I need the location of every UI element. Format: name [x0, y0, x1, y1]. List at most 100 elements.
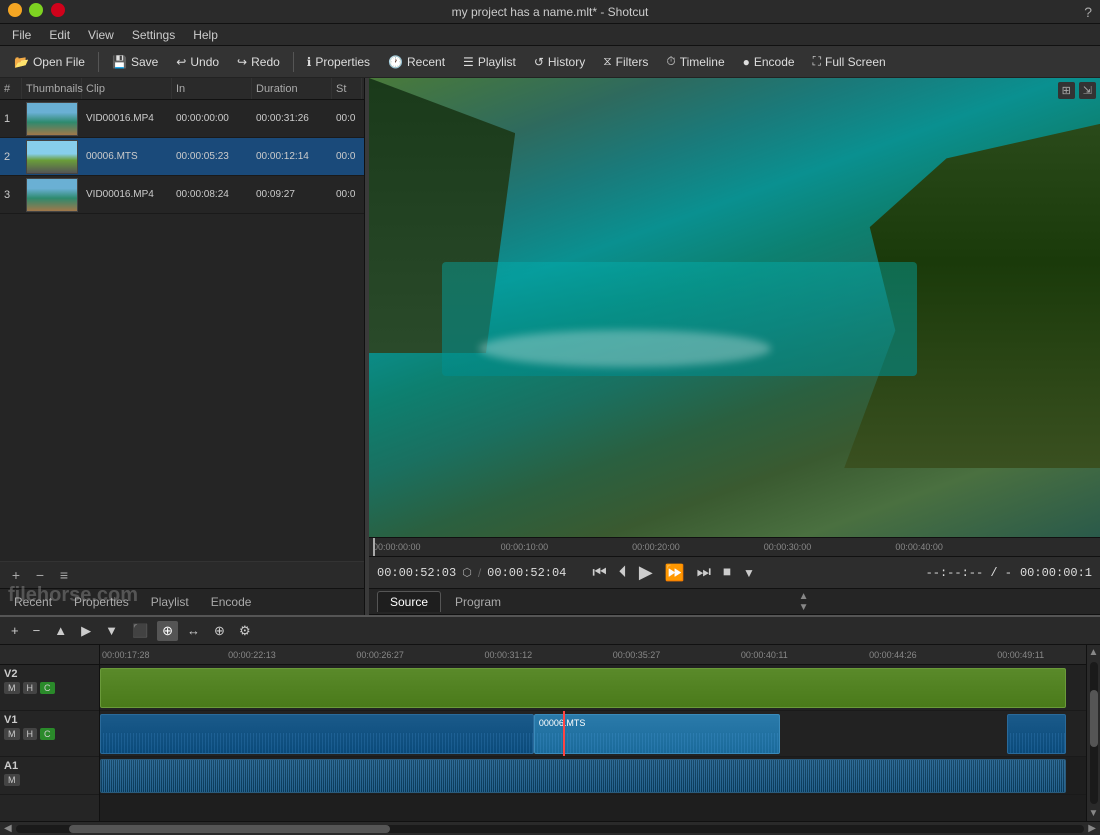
row2-clip: 00006.MTS [82, 138, 172, 175]
right-timecode: 00:00:00:1 [1020, 566, 1092, 580]
scroll-track[interactable] [1090, 662, 1098, 804]
scroll-left-arrow[interactable]: ◀ [4, 823, 12, 834]
scroll-thumb[interactable] [1090, 690, 1098, 747]
clip-v1-center[interactable]: 00006.MTS [534, 714, 781, 754]
undo-button[interactable]: ↩ Undo [168, 52, 227, 72]
scope-icon[interactable]: ⊞ [1058, 82, 1075, 99]
maximize-btn[interactable] [29, 3, 43, 17]
tl-right-button[interactable]: ▶ [76, 621, 96, 641]
tab-properties[interactable]: Properties [66, 592, 137, 612]
transport-buttons: ⏮ ⏴ ▶ ⏩ ⏭ ⏹ ▼ [588, 560, 759, 585]
row1-duration: 00:00:31:26 [252, 100, 332, 137]
tab-playlist[interactable]: Playlist [143, 592, 197, 612]
playlist-row-2[interactable]: 2 00006.MTS 00:00:05:23 00:00:12:14 00:0 [0, 138, 364, 176]
add-clip-button[interactable]: + [6, 565, 26, 585]
row3-duration: 00:09:27 [252, 176, 332, 213]
close-btn[interactable] [51, 3, 65, 17]
track-v1-name: V1 [4, 714, 95, 726]
recent-button[interactable]: 🕐 Recent [380, 52, 453, 72]
track-v2-color[interactable]: C [40, 682, 55, 694]
fast-forward-button[interactable]: ⏩ [661, 561, 689, 585]
clip-v1-center-label: 00006.MTS [535, 716, 590, 730]
track-v2-mute[interactable]: M [4, 682, 20, 694]
tl-add-button[interactable]: + [6, 621, 24, 640]
clip-a1-main[interactable] [100, 759, 1066, 793]
track-v1-mute[interactable]: M [4, 728, 20, 740]
scroll-up-button[interactable]: ▲ [1087, 645, 1100, 660]
menu-file[interactable]: File [4, 26, 39, 44]
properties-button[interactable]: ℹ Properties [299, 52, 378, 72]
row3-thumbnail [22, 176, 82, 213]
tl-mark-2: 00:00:26:27 [356, 650, 404, 660]
thumbnail-image-1 [26, 102, 78, 136]
scroll-track-h[interactable] [16, 825, 1085, 833]
timeline-button[interactable]: ⏱ Timeline [658, 51, 732, 72]
playlist-button[interactable]: ☰ Playlist [455, 52, 524, 72]
playlist-row-3[interactable]: 3 VID00016.MP4 00:00:08:24 00:09:27 00:0 [0, 176, 364, 214]
track-v1-color[interactable]: C [40, 728, 55, 740]
tab-recent[interactable]: Recent [6, 592, 60, 612]
tab-program[interactable]: Program [443, 592, 513, 612]
history-button[interactable]: ↺ History [526, 52, 593, 72]
save-icon: 💾 [112, 55, 127, 69]
minimize-btn[interactable] [8, 3, 22, 17]
save-button[interactable]: 💾 Save [104, 52, 166, 72]
remove-clip-button[interactable]: − [30, 565, 50, 585]
waveform-v1-right [1008, 733, 1065, 753]
tl-zoom-button[interactable]: ↔ [182, 621, 205, 640]
tl-remove-button[interactable]: − [28, 621, 46, 640]
redo-button[interactable]: ↪ Redo [229, 52, 288, 72]
tab-encode[interactable]: Encode [203, 592, 260, 612]
tl-mark-0: 00:00:17:28 [102, 650, 150, 660]
tl-up-button[interactable]: ▲ [49, 621, 72, 640]
tl-mark-4: 00:00:35:27 [613, 650, 661, 660]
transport-bar: 00:00:52:03 ⬡ / 00:00:52:04 ⏮ ⏴ ▶ ⏩ ⏭ ⏹ … [369, 557, 1100, 589]
timeline-tracks: 00:00:17:28 00:00:22:13 00:00:26:27 00:0… [100, 645, 1086, 821]
main-area: # Thumbnails Clip In Duration St 1 VID00… [0, 78, 1100, 615]
tl-mark-6: 00:00:44:26 [869, 650, 917, 660]
fullscreen-button[interactable]: ⛶ Full Screen [805, 51, 894, 72]
menu-clip-button[interactable]: ≡ [54, 565, 74, 585]
clip-v1-left[interactable] [100, 714, 534, 754]
row2-st: 00:0 [332, 138, 362, 175]
col-header-duration: Duration [252, 78, 332, 99]
track-v2-row [100, 665, 1086, 711]
timeline-label: Timeline [680, 55, 725, 69]
menu-settings[interactable]: Settings [124, 26, 183, 44]
menu-help[interactable]: Help [185, 26, 226, 44]
tl-snap-button[interactable]: ⊕ [157, 621, 178, 641]
track-a1-mute[interactable]: M [4, 774, 20, 786]
prev-frame-button[interactable]: ⏴ [615, 562, 631, 584]
stop-button[interactable]: ⏹ [719, 562, 735, 584]
clip-v2-main[interactable] [100, 668, 1066, 708]
scroll-down-button[interactable]: ▼ [1087, 806, 1100, 821]
encode-button[interactable]: ● Encode [735, 52, 803, 72]
tab-source[interactable]: Source [377, 591, 441, 612]
tl-down-button[interactable]: ▼ [100, 621, 123, 640]
history-label: History [548, 55, 585, 69]
menu-edit[interactable]: Edit [41, 26, 78, 44]
playlist-row-1[interactable]: 1 VID00016.MP4 00:00:00:00 00:00:31:26 0… [0, 100, 364, 138]
zoom-icon[interactable]: ⇲ [1079, 82, 1096, 99]
open-file-button[interactable]: 📂 Open File [6, 52, 93, 72]
clip-v1-right[interactable] [1007, 714, 1066, 754]
vertical-splitter-handle[interactable]: ▲ ▼ [799, 591, 809, 613]
menu-view[interactable]: View [80, 26, 122, 44]
skip-start-button[interactable]: ⏮ [588, 562, 610, 584]
play-button[interactable]: ▶ [635, 560, 657, 585]
scroll-right-arrow[interactable]: ▶ [1088, 823, 1096, 834]
skip-end-button[interactable]: ⏭ [693, 562, 715, 584]
tl-settings-button[interactable]: ⚙ [234, 621, 256, 641]
help-icon[interactable]: ? [1084, 4, 1092, 20]
history-icon: ↺ [534, 55, 544, 69]
track-v1-hide[interactable]: H [23, 728, 38, 740]
window-title: my project has a name.mlt* - Shotcut [452, 5, 649, 19]
timecode-spinner[interactable]: ⬡ [462, 566, 472, 579]
track-v2-hide[interactable]: H [23, 682, 38, 694]
tl-select-button[interactable]: ⬛ [127, 621, 153, 641]
more-button[interactable]: ▼ [739, 564, 759, 582]
tl-link-button[interactable]: ⊕ [209, 621, 230, 641]
filters-button[interactable]: ⧖ Filters [595, 51, 656, 72]
left-tabs: Recent Properties Playlist Encode [0, 589, 364, 615]
scroll-thumb-h[interactable] [69, 825, 390, 833]
